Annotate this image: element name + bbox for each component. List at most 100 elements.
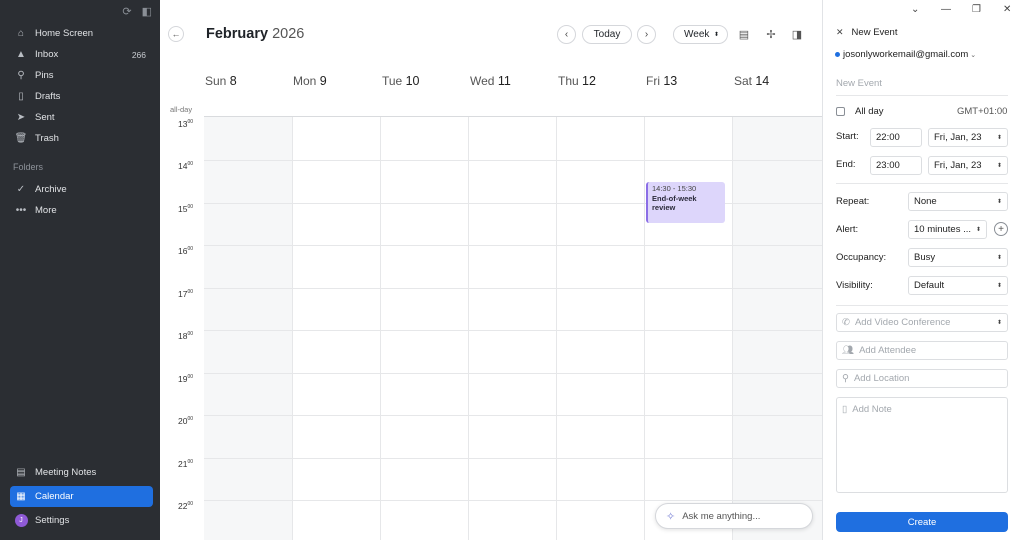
sidebar-item-label: More (35, 205, 57, 216)
location-input[interactable]: ⚲ Add Location (836, 369, 1008, 388)
inbox-icon: ▲ (16, 49, 26, 60)
today-button[interactable]: Today (582, 25, 632, 44)
start-date-field[interactable]: Fri, Jan, 23 ⬍ (928, 128, 1008, 147)
divider (836, 305, 1008, 306)
add-alert-icon[interactable]: + (994, 222, 1008, 236)
sparkle-icon: ✧ (666, 510, 676, 523)
inbox-count: 266 (131, 49, 146, 60)
day-column-sun[interactable] (204, 117, 292, 540)
alert-select[interactable]: 10 minutes ... ⬍ (908, 220, 987, 239)
day-column-wed[interactable] (468, 117, 556, 540)
prev-week-button[interactable]: ‹ (557, 25, 576, 44)
sidebar-item-more[interactable]: ••• More (0, 200, 160, 221)
close-icon[interactable]: ✕ (836, 27, 844, 38)
next-week-button[interactable]: › (637, 25, 656, 44)
ask-input[interactable]: ✧ Ask me anything... (655, 503, 813, 529)
calendar-icon: ▦ (16, 491, 26, 502)
sidebar: ⟳ ◧ ⌂ Home Screen ▲ Inbox 266 ⚲ Pins ▯ Drafts… (0, 0, 160, 540)
view-select[interactable]: Week ⬍ (673, 25, 728, 44)
day-column-mon[interactable] (292, 117, 380, 540)
visibility-select[interactable]: Default ⬍ (908, 276, 1008, 295)
day-header-sun: Sun 8 (205, 74, 237, 88)
note-textarea[interactable]: ▯ Add Note (836, 397, 1008, 493)
event-time: 14:30 - 15:30 (652, 184, 697, 193)
allday-checkbox[interactable] (836, 107, 845, 116)
sidebar-bottom: ▤ Meeting Notes ▦ Calendar J Settings (0, 459, 160, 534)
account-select[interactable]: josonlyworkemail@gmail.com ⌄ (835, 49, 977, 60)
sidebar-toolbar: ⟳ ◧ (0, 0, 160, 22)
panel-title: New Event (851, 27, 898, 38)
hour-line (204, 458, 822, 459)
chevron-right-icon: › (644, 29, 649, 40)
sidebar-item-calendar[interactable]: ▦ Calendar (10, 486, 153, 507)
page-title: February 2026 (206, 26, 304, 42)
minimize-icon[interactable]: — (941, 4, 951, 15)
sidebar-item-label: Sent (35, 112, 55, 123)
day-column-thu[interactable] (556, 117, 644, 540)
updown-icon: ⬍ (996, 163, 1002, 169)
start-time-field[interactable]: 22:00 (870, 128, 922, 147)
allday-label: All day (855, 106, 884, 117)
day-header-fri: Fri 13 (646, 74, 678, 88)
chevron-left-icon: ‹ (564, 29, 569, 40)
attendee-input[interactable]: 👥︎ Add Attendee (836, 341, 1008, 360)
occupancy-select[interactable]: Busy ⬍ (908, 248, 1008, 267)
day-header-tue: Tue 10 (382, 74, 420, 88)
sidebar-item-settings[interactable]: J Settings (0, 507, 160, 534)
chevron-down-icon: ⌄ (970, 51, 977, 59)
day-column-fri[interactable] (644, 117, 732, 540)
timezone-label[interactable]: GMT+01:00 (957, 106, 1007, 117)
video-conference-select[interactable]: ✆ Add Video Conference ⬍ (836, 313, 1008, 332)
hour-label: 2100 (178, 459, 194, 469)
avatar: J (14, 514, 28, 527)
collapse-sidebar-icon[interactable]: ◧ (142, 5, 152, 18)
sidebar-item-meeting-notes[interactable]: ▤ Meeting Notes (0, 459, 160, 486)
account-email: josonlyworkemail@gmail.com (843, 49, 969, 60)
year-label: 2026 (272, 26, 305, 42)
end-date-field[interactable]: Fri, Jan, 23 ⬍ (928, 156, 1008, 175)
hour-label: 1300 (178, 119, 194, 129)
view-select-label: Week (684, 29, 710, 40)
sidebar-item-drafts[interactable]: ▯ Drafts (0, 86, 160, 107)
end-time-field[interactable]: 23:00 (870, 156, 922, 175)
sidebar-item-inbox[interactable]: ▲ Inbox 266 (0, 44, 160, 65)
sent-icon: ➤ (16, 112, 26, 123)
hour-line (204, 373, 822, 374)
calendar-header: ← February 2026 ‹ Today › Week ⬍ ▤ ✢ ◨ (160, 0, 822, 68)
close-window-icon[interactable]: ✕ (1003, 4, 1011, 15)
folders-heading: Folders (13, 162, 44, 172)
sidebar-item-sent[interactable]: ➤ Sent (0, 107, 160, 128)
day-column-sat[interactable] (732, 117, 822, 540)
day-header-thu: Thu 12 (558, 74, 596, 88)
location-pin-icon: ⚲ (842, 373, 849, 384)
trash-icon: 🗑︎ (14, 133, 28, 144)
create-button[interactable]: Create (836, 512, 1008, 532)
occupancy-label: Occupancy: (836, 252, 887, 263)
updown-icon: ⬍ (996, 320, 1002, 326)
sidebar-item-archive[interactable]: ✓ Archive (0, 179, 160, 200)
repeat-select[interactable]: None ⬍ (908, 192, 1008, 211)
toggle-panel-icon[interactable]: ◨ (789, 26, 805, 42)
people-icon: 👥︎ (842, 345, 855, 356)
back-button[interactable]: ← (168, 26, 184, 42)
restore-icon[interactable]: ❐ (972, 4, 981, 15)
list-view-icon[interactable]: ▤ (736, 26, 752, 42)
calendar-event[interactable]: 14:30 - 15:30 End-of-week review (646, 182, 725, 223)
week-grid[interactable] (204, 116, 822, 540)
pin-icon: ⚲ (17, 70, 25, 81)
ask-placeholder: Ask me anything... (682, 510, 761, 522)
hour-label: 1700 (178, 289, 194, 299)
updown-icon: ⬍ (996, 135, 1002, 141)
note-icon: ▯ (842, 404, 848, 415)
event-name-input[interactable]: New Event (836, 78, 882, 89)
day-column-tue[interactable] (380, 117, 468, 540)
chevron-down-icon[interactable]: ⌄ (911, 4, 919, 15)
sidebar-item-pins[interactable]: ⚲ Pins (0, 65, 160, 86)
add-event-icon[interactable]: ✢ (763, 26, 779, 42)
sidebar-item-home-screen[interactable]: ⌂ Home Screen (0, 23, 160, 44)
start-label: Start: (836, 131, 859, 142)
visibility-label: Visibility: (836, 280, 873, 291)
sidebar-item-trash[interactable]: 🗑︎ Trash (0, 128, 160, 149)
sync-icon[interactable]: ⟳ (122, 5, 131, 18)
sidebar-item-label: Pins (35, 70, 54, 81)
